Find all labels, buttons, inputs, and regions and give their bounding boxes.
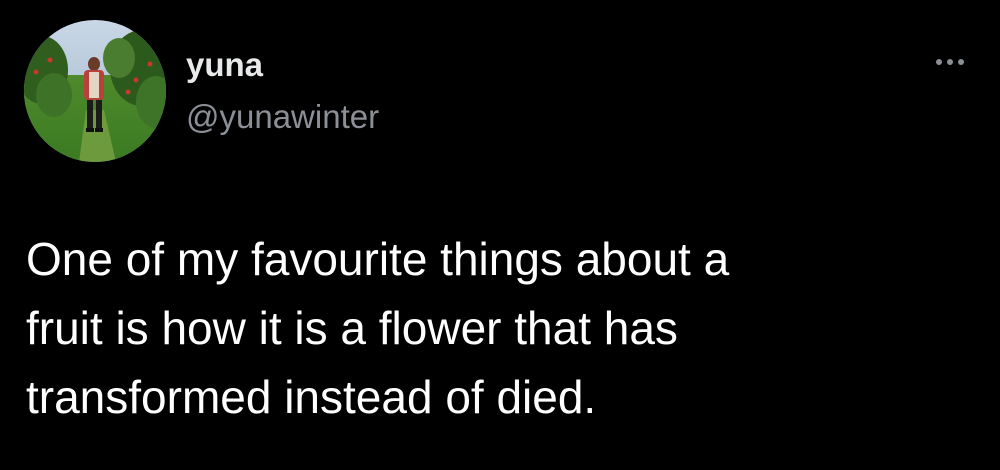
author-display-name[interactable]: yuna <box>186 45 263 85</box>
more-horizontal-icon <box>936 59 942 65</box>
author-handle[interactable]: @yunawinter <box>186 97 379 137</box>
more-horizontal-icon-dot <box>947 59 953 65</box>
more-horizontal-icon-dot <box>958 59 964 65</box>
tweet-card: yuna @yunawinter One of my favourite thi… <box>0 0 1000 470</box>
avatar[interactable] <box>24 20 166 162</box>
tweet-text: One of my favourite things about a fruit… <box>26 233 730 423</box>
more-options-button[interactable] <box>930 50 970 74</box>
avatar-image <box>24 20 166 162</box>
